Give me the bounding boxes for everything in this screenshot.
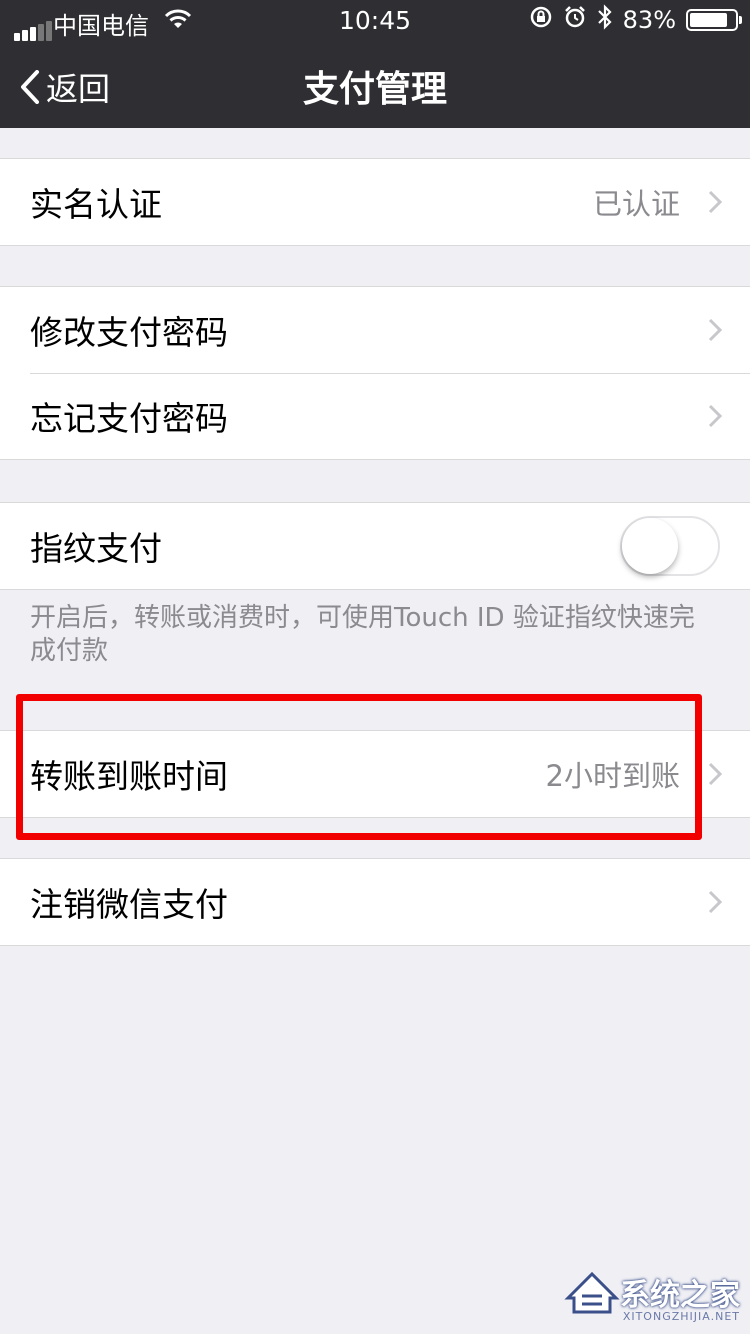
group-password: 修改支付密码 忘记支付密码 (0, 286, 750, 460)
row-label: 忘记支付密码 (30, 399, 228, 438)
watermark-url: XITONGZHIJIA.NET (622, 1310, 740, 1323)
rotation-lock-icon (529, 5, 553, 35)
group-real-name: 实名认证 已认证 (0, 158, 750, 246)
toggle-knob (622, 518, 678, 574)
row-label: 注销微信支付 (30, 885, 228, 924)
row-change-password[interactable]: 修改支付密码 (0, 287, 750, 373)
watermark-logo-icon (564, 1271, 620, 1314)
chevron-right-icon (708, 890, 722, 914)
group-fingerprint: 指纹支付 (0, 502, 750, 590)
alarm-icon (563, 5, 587, 35)
row-label: 修改支付密码 (30, 313, 228, 352)
bluetooth-icon (597, 4, 613, 36)
top-bar: 中国电信 10:45 83% 返回 支付管理 (0, 0, 750, 128)
chevron-right-icon (708, 404, 722, 428)
nav-bar: 返回 支付管理 (0, 40, 750, 128)
fingerprint-toggle[interactable] (620, 516, 720, 576)
row-forgot-password[interactable]: 忘记支付密码 (0, 373, 750, 459)
row-label: 指纹支付 (30, 529, 162, 568)
battery-percent: 83% (622, 6, 676, 34)
status-bar: 中国电信 10:45 83% (0, 0, 750, 41)
battery-icon (686, 9, 742, 31)
chevron-right-icon (708, 190, 722, 214)
row-label: 实名认证 (30, 185, 162, 224)
watermark-text: 系统之家 (620, 1278, 740, 1313)
row-value: 已认证 (592, 187, 680, 221)
fingerprint-note: 开启后，转账或消费时，可使用Touch ID 验证指纹快速完成付款 (30, 603, 695, 666)
row-fingerprint-pay: 指纹支付 (0, 503, 750, 589)
chevron-right-icon (708, 762, 722, 786)
chevron-right-icon (708, 318, 722, 342)
row-cancel-wechat-pay[interactable]: 注销微信支付 (0, 859, 750, 945)
page-title: 支付管理 (302, 69, 447, 110)
group-cancel: 注销微信支付 (0, 858, 750, 946)
watermark: 系统之家 XITONGZHIJIA.NET (564, 1268, 740, 1323)
red-highlight-box (16, 694, 702, 840)
row-real-name[interactable]: 实名认证 已认证 (0, 159, 750, 245)
